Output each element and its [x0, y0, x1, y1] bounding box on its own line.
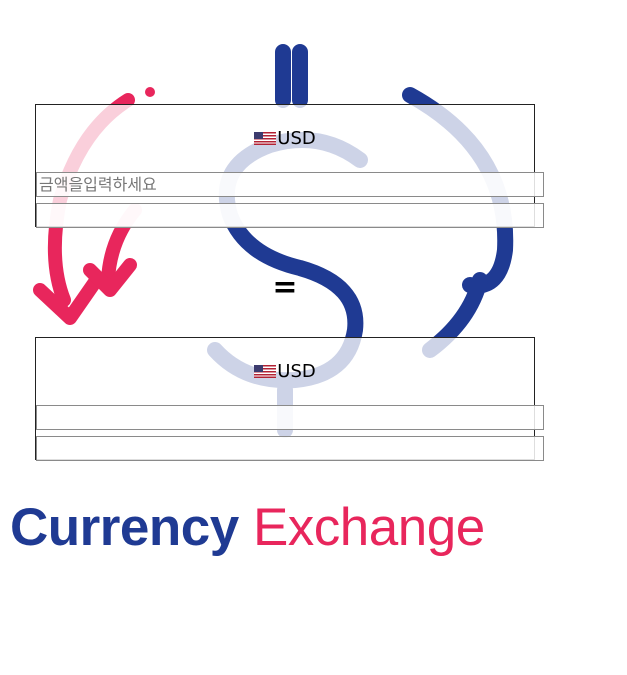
to-amount-input[interactable] — [36, 405, 544, 430]
us-flag-icon — [254, 364, 277, 378]
from-currency-panel: USD — [35, 104, 544, 228]
to-result-field[interactable] — [36, 436, 544, 461]
equals-sign: = — [272, 270, 298, 305]
us-flag-icon — [254, 131, 277, 145]
brand-word-exchange: Exchange — [252, 498, 485, 557]
from-currency-code: USD — [277, 127, 316, 149]
to-currency-panel: USD — [35, 337, 544, 461]
from-currency-select[interactable]: USD — [36, 127, 534, 149]
from-amount-input[interactable] — [36, 172, 544, 197]
to-currency-code: USD — [277, 360, 316, 382]
from-result-field[interactable] — [36, 203, 544, 228]
to-currency-select[interactable]: USD — [36, 360, 534, 382]
brand-logo-text: Currency Exchange — [10, 497, 485, 558]
brand-word-currency: Currency — [10, 498, 239, 557]
